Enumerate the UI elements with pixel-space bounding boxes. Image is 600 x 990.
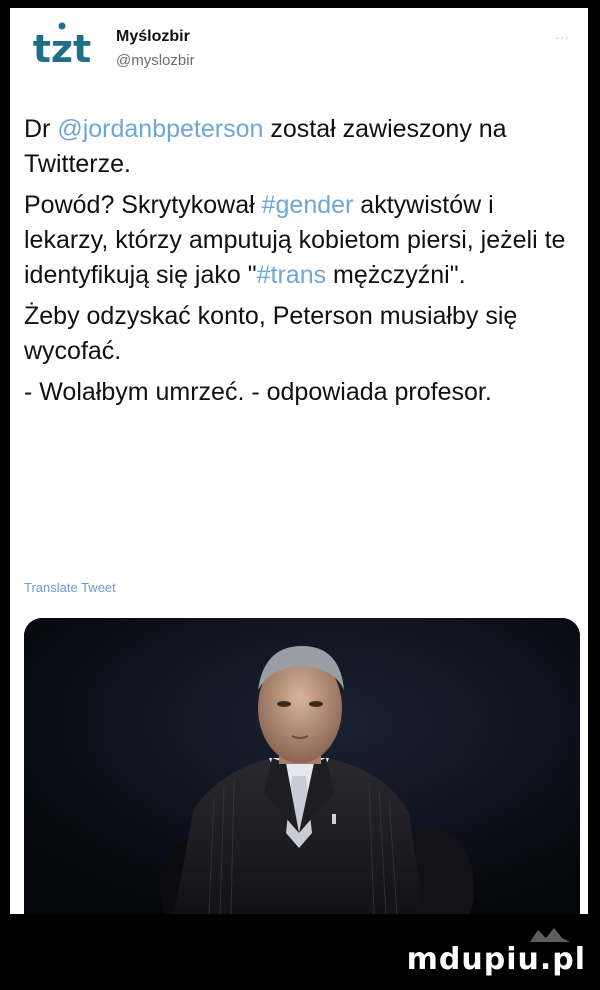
- hashtag-link[interactable]: #gender: [262, 191, 354, 219]
- tweet-text-segment: Żeby odzyskać konto, Peterson musiałby s…: [24, 302, 518, 365]
- tweet-media-photo[interactable]: [24, 618, 580, 914]
- watermark: mdupiu.pl: [406, 942, 586, 977]
- watermark-ornament-icon: [530, 928, 570, 942]
- account-handle[interactable]: @myslozbir: [116, 52, 195, 69]
- tweet-card: tzt Myślozbir @myslozbir ... Dr @jordanb…: [10, 8, 588, 914]
- tweet-header: tzt Myślozbir @myslozbir ...: [18, 16, 578, 76]
- mention-link[interactable]: @jordanbpeterson: [57, 115, 263, 143]
- tweet-paragraph: - Wolałbym umrzeć. - odpowiada profesor.: [24, 375, 576, 410]
- translate-tweet-link[interactable]: Translate Tweet: [24, 580, 116, 595]
- tweet-text: Dr @jordanbpeterson został zawieszony na…: [24, 112, 576, 416]
- svg-text:tzt: tzt: [33, 27, 91, 66]
- tweet-paragraph: Dr @jordanbpeterson został zawieszony na…: [24, 112, 576, 182]
- tweet-text-segment: Powód? Skrytykował: [24, 191, 262, 219]
- tweet-paragraph: Powód? Skrytykował #gender aktywistów i …: [24, 188, 576, 293]
- photo-of-man-in-suit-icon: [24, 618, 580, 914]
- account-logo-icon[interactable]: tzt: [22, 22, 102, 66]
- tweet-paragraph: Żeby odzyskać konto, Peterson musiałby s…: [24, 299, 576, 369]
- tweet-text-segment: - Wolałbym umrzeć. - odpowiada profesor.: [24, 378, 492, 406]
- account-name[interactable]: Myślozbir: [116, 28, 190, 46]
- more-options-icon[interactable]: ...: [555, 26, 570, 42]
- hashtag-link[interactable]: #trans: [257, 261, 326, 289]
- tweet-text-segment: Dr: [24, 115, 58, 143]
- tweet-text-segment: mężczyźni".: [326, 261, 466, 289]
